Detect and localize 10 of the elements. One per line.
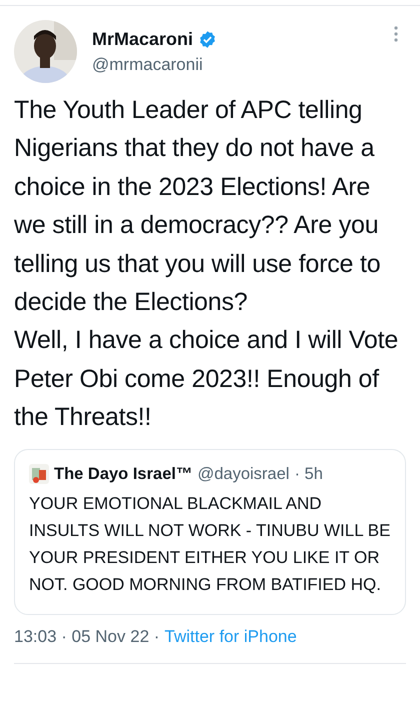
quoted-tweet-age: · 5h [294, 464, 323, 485]
quoted-author-handle[interactable]: @dayoisrael [197, 462, 290, 486]
tweet-text: The Youth Leader of APC telling Nigerians that they do not have a choice in the 2023 Elections! Are we still in a democracy?? Are you telling us that you will use force to decide the Elections? Well, I have a choice and I will Vote Peter Obi come 2023!! Enough of the Threats!! [14, 95, 400, 434]
quoted-author-name[interactable]: The Dayo Israel™ [54, 462, 192, 486]
tweet-timestamp: 13:03 · 05 Nov 22 · [14, 626, 160, 648]
quoted-tweet-text: YOUR EMOTIONAL BLACKMAIL AND INSULTS WILL NOT WORK - TINUBU WILL BE YOUR PRESIDENT EITHER YOU LIKE IT OR NOT. GOOD MORNING FROM BATIFIED HQ. [29, 493, 391, 596]
author-handle[interactable]: @mrmacaronii [92, 54, 379, 75]
author-name[interactable]: MrMacaroni [92, 28, 194, 50]
quoted-tweet-card[interactable]: The Dayo Israel™ @dayoisrael · 5h YOUR EMOTIONAL BLACKMAIL AND INSULTS WILL NOT WORK - TINUBU WILL BE YOUR PRESIDENT EITHER YOU LIKE IT OR NOT. GOOD MORNING FROM BATIFIED HQ. [14, 448, 406, 616]
more-options-icon[interactable] [394, 26, 398, 42]
